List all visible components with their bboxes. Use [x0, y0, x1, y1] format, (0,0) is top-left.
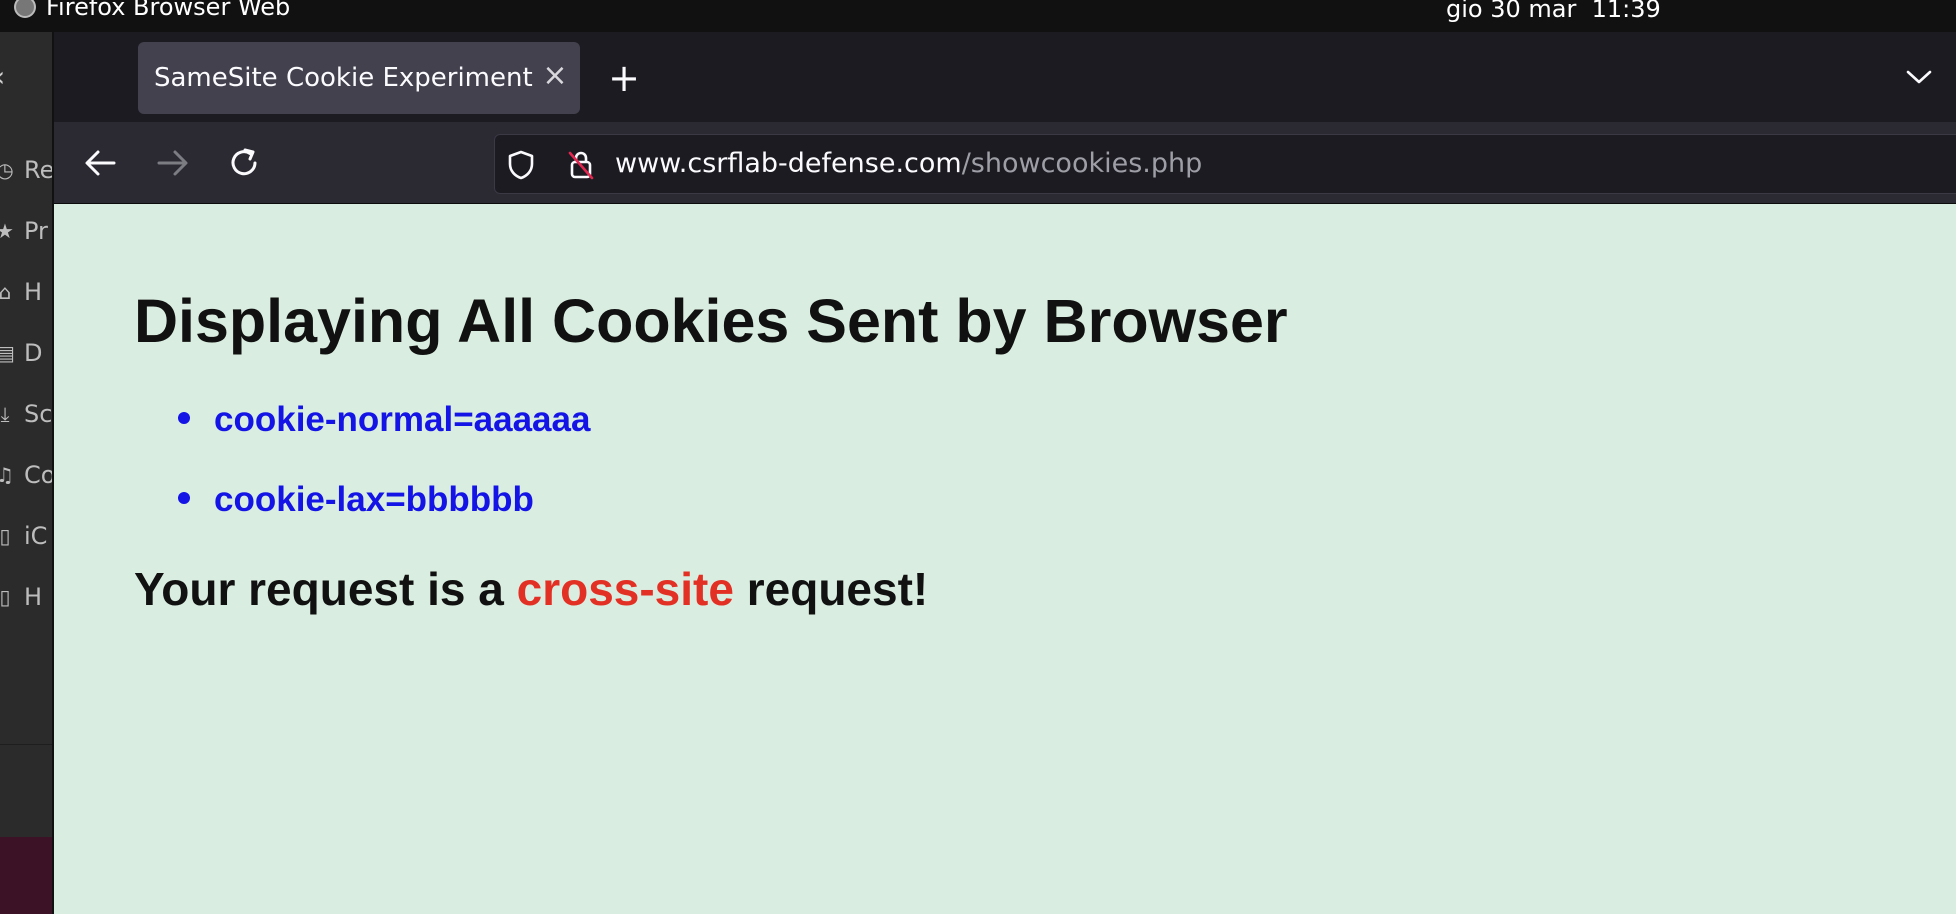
firefox-app-icon	[14, 0, 36, 18]
cookie-entry: cookie-lax=bbbbbb	[214, 480, 534, 519]
system-top-bar: Firefox Browser Web gio 30 mar 11:39	[0, 0, 1956, 32]
music-icon: ♫	[0, 463, 14, 487]
reload-icon	[231, 148, 257, 176]
sidebar-item-home[interactable]: ⌂ H	[0, 272, 42, 312]
tab-title: SameSite Cookie Experiment	[154, 63, 533, 93]
bullet	[178, 492, 190, 504]
insecure-lock-icon[interactable]	[565, 149, 597, 181]
firefox-window: SameSite Cookie Experiment × + www.csrfl…	[52, 32, 1956, 914]
sidebar-item-label: Pr	[24, 217, 48, 245]
reload-button[interactable]	[222, 140, 268, 186]
chevron-left-icon[interactable]: ‹	[0, 60, 5, 93]
lock-crossed-icon	[568, 151, 594, 180]
sidebar-item-label: Sc	[24, 400, 52, 428]
request-type-message: Your request is a cross-site request!	[134, 562, 928, 616]
navigation-toolbar: www.csrflab-defense.com/showcookies.php	[54, 122, 1956, 204]
list-item: cookie-lax=bbbbbb	[178, 480, 590, 560]
sidebar-item-label: iC	[24, 522, 48, 550]
sidebar-item-drive-2[interactable]: ▯ H	[0, 577, 42, 617]
request-type-highlight: cross-site	[516, 563, 734, 615]
request-suffix: request!	[733, 563, 929, 615]
tab-samesite-cookie-experiment[interactable]: SameSite Cookie Experiment ×	[138, 42, 580, 114]
tracking-protection-shield-icon[interactable]	[505, 149, 537, 181]
address-bar[interactable]: www.csrflab-defense.com/showcookies.php	[494, 134, 1956, 194]
drive-icon: ▯	[0, 585, 11, 609]
request-prefix: Your request is a	[134, 563, 517, 615]
document-icon: ▤	[0, 341, 15, 365]
list-item: cookie-normal=aaaaaa	[178, 400, 590, 480]
desktop-background	[0, 837, 52, 914]
recent-icon: ◷	[0, 158, 14, 182]
arrow-left-icon	[85, 150, 116, 176]
drive-icon: ▯	[0, 524, 11, 548]
cookie-entry: cookie-normal=aaaaaa	[214, 400, 591, 439]
arrow-right-icon	[157, 150, 188, 176]
active-app-name: Firefox Browser Web	[46, 0, 291, 21]
sidebar-item-label: H	[24, 583, 43, 611]
star-icon: ★	[0, 219, 14, 243]
sidebar-item-starred[interactable]: ★ Pr	[0, 211, 48, 251]
tab-strip: SameSite Cookie Experiment × +	[54, 32, 1956, 122]
sidebar-item-label: D	[24, 339, 43, 367]
list-all-tabs-button[interactable]	[1896, 54, 1942, 100]
divider	[0, 744, 52, 745]
forward-button[interactable]	[150, 140, 196, 186]
url-path: /showcookies.php	[961, 148, 1203, 179]
sidebar-item-music[interactable]: ♫ Co	[0, 455, 52, 495]
back-button[interactable]	[77, 140, 123, 186]
shield-icon	[508, 150, 534, 180]
close-icon[interactable]: ×	[538, 58, 572, 93]
background-file-manager-window: ‹ ◷ Re ★ Pr ⌂ H ▤ D ⤓ Sc ♫ Co ▯ iC ▯ H	[0, 32, 52, 837]
chevron-down-icon	[1906, 70, 1932, 84]
page-content: Displaying All Cookies Sent by Browser c…	[54, 204, 1956, 914]
active-app-menu[interactable]: Firefox Browser Web	[14, 0, 291, 21]
url-host: www.csrflab-defense.com	[615, 148, 962, 179]
sidebar-item-documents[interactable]: ▤ D	[0, 333, 42, 373]
new-tab-button[interactable]: +	[598, 52, 650, 104]
cookie-list: cookie-normal=aaaaaa cookie-lax=bbbbbb	[178, 400, 590, 560]
sidebar-item-downloads[interactable]: ⤓ Sc	[0, 394, 52, 434]
sidebar-item-drive-1[interactable]: ▯ iC	[0, 516, 47, 556]
clock[interactable]: gio 30 mar 11:39	[1446, 0, 1661, 23]
sidebar-item-label: Co	[24, 461, 52, 489]
download-icon: ⤓	[0, 402, 10, 426]
url-text: www.csrflab-defense.com/showcookies.php	[615, 148, 1202, 179]
home-icon: ⌂	[0, 280, 12, 304]
sidebar-item-label: Re	[24, 156, 52, 184]
sidebar-item-recent[interactable]: ◷ Re	[0, 150, 52, 190]
page-title: Displaying All Cookies Sent by Browser	[134, 287, 1288, 355]
sidebar-item-label: H	[24, 278, 43, 306]
bullet	[178, 412, 190, 424]
